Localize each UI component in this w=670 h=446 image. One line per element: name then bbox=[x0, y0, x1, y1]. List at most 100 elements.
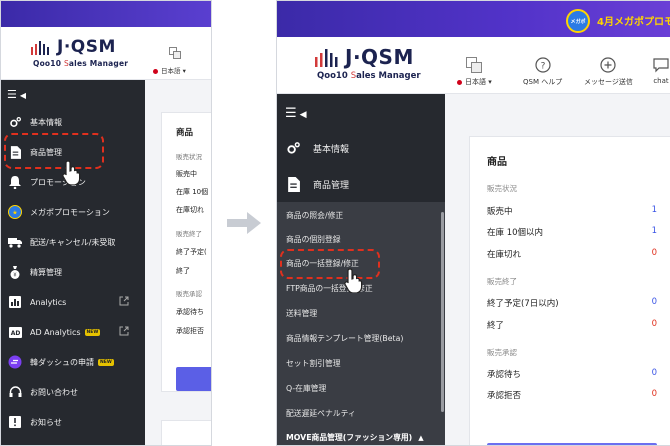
sidebar-toggle[interactable]: ☰ ◀ bbox=[285, 106, 307, 121]
language-selector[interactable]: 日本語 ▾ bbox=[457, 57, 492, 87]
status-row[interactable]: 販売中 bbox=[176, 169, 197, 179]
sidebar-item-settlement[interactable]: ¥ 精算管理 bbox=[1, 261, 145, 283]
card-action-button[interactable] bbox=[176, 367, 211, 391]
sidebar-item-contact[interactable]: お問い合わせ bbox=[1, 381, 145, 403]
logo-name: J·QSM bbox=[345, 45, 414, 69]
status-heading: 販売終了 bbox=[487, 277, 517, 286]
left-screenshot-panel: J·QSM Qoo10 Sales Manager 日本語 ▾ ☰ ◀ 基本情報 … bbox=[0, 0, 212, 446]
status-row[interactable]: 在庫切れ bbox=[176, 205, 204, 215]
logo-name: J·QSM bbox=[57, 37, 116, 57]
bell-icon bbox=[8, 175, 22, 189]
japan-flag-icon bbox=[457, 79, 462, 85]
sidebar-item-product-management[interactable]: 商品管理 bbox=[277, 171, 445, 197]
submenu-item-template-management[interactable]: 商品情報テンプレート管理(Beta) bbox=[286, 333, 403, 344]
svg-text:?: ? bbox=[540, 62, 545, 72]
sidebar-item-shipping[interactable]: 配送/キャンセル/未受取 bbox=[1, 231, 145, 253]
status-count[interactable]: 1 bbox=[652, 205, 657, 215]
main-content: 商品 販売状況 販売中 1 在庫 10個以内 1 在庫切れ 0 販売終了 終了予定(7… bbox=[445, 94, 670, 445]
highlight-box-product-management bbox=[4, 133, 104, 169]
megapo-badge-icon[interactable]: メガポ bbox=[566, 9, 590, 33]
collapse-arrow-icon: ◀ bbox=[299, 110, 307, 120]
highlight-box-bulk-registration bbox=[280, 249, 380, 279]
truck-icon bbox=[8, 235, 22, 249]
submenu-item-set-discount[interactable]: セット割引管理 bbox=[286, 358, 341, 369]
status-row[interactable]: 終了予定( bbox=[176, 247, 207, 257]
status-heading: 販売終了 bbox=[176, 230, 202, 238]
status-row[interactable]: 在庫 10個 bbox=[176, 187, 208, 197]
top-banner-strip bbox=[1, 1, 211, 27]
top-banner: メガポ 4月メガポプロモー bbox=[277, 1, 670, 37]
main-content: 商品 販売状況 販売中 在庫 10個 在庫切れ 販売終了 終了予定( 終了 販売… bbox=[145, 80, 211, 445]
status-row[interactable]: 承認拒否 bbox=[176, 326, 204, 336]
submenu-item-q-inventory[interactable]: Q-在庫管理 bbox=[286, 383, 326, 394]
language-selector[interactable]: 日本語 ▾ bbox=[153, 65, 186, 75]
sidebar-item-basic-info[interactable]: 基本情報 bbox=[1, 111, 145, 133]
sidebar-item-kan-dash[interactable]: 韓ダッシュの申請 NEW bbox=[1, 351, 145, 373]
status-row[interactable]: 終了予定(7日以内) 0 bbox=[487, 297, 657, 309]
gear-icon bbox=[8, 115, 22, 129]
collapse-arrow-icon: ◀ bbox=[19, 91, 27, 100]
gear-icon bbox=[285, 140, 301, 156]
notice-icon bbox=[8, 415, 22, 429]
product-management-submenu: 商品の照会/修正 商品の個別登録 商品の一括登録/修正 FTP商品の一括登録/修… bbox=[277, 202, 445, 445]
status-count[interactable]: 0 bbox=[652, 248, 657, 258]
jqsm-logo[interactable]: J·QSM Qoo10 Sales Manager bbox=[313, 45, 473, 85]
arrow-right-icon bbox=[227, 212, 261, 234]
submenu-item-delivery-penalty[interactable]: 配送遅延ペナルティ bbox=[286, 408, 356, 419]
menu-icon: ☰ bbox=[285, 106, 297, 121]
status-heading: 販売状況 bbox=[176, 153, 202, 161]
sidebar-toggle[interactable]: ☰ ◀ bbox=[7, 88, 26, 101]
status-row[interactable]: 終了 bbox=[176, 266, 190, 276]
bar-chart-icon bbox=[8, 295, 22, 309]
status-count[interactable]: 0 bbox=[652, 297, 657, 307]
right-screenshot-panel: メガポ 4月メガポプロモー J·QSM Qoo10 Sales Manager … bbox=[276, 0, 670, 446]
chat-icon bbox=[653, 58, 669, 73]
send-message-button[interactable]: メッセージ送信 bbox=[584, 57, 633, 87]
logo-subtitle: Qoo10 Sales Manager bbox=[317, 71, 421, 81]
status-count[interactable]: 0 bbox=[652, 319, 657, 329]
submenu-item-product-lookup[interactable]: 商品の照会/修正 bbox=[286, 210, 343, 221]
status-row[interactable]: 在庫 10個以内 1 bbox=[487, 226, 657, 238]
status-count[interactable]: 0 bbox=[652, 368, 657, 378]
sidebar-scrollbar[interactable] bbox=[441, 212, 444, 412]
sidebar-item-notice[interactable]: お知らせ bbox=[1, 411, 145, 433]
hand-cursor-icon bbox=[344, 268, 363, 293]
headset-icon bbox=[8, 385, 22, 399]
sidebar-item-megapo-promotion[interactable]: ★ メガポプロモーション bbox=[1, 201, 145, 223]
new-badge: NEW bbox=[98, 358, 114, 366]
menu-icon: ☰ bbox=[7, 88, 17, 101]
sidebar-item-basic-info[interactable]: 基本情報 bbox=[277, 135, 445, 161]
svg-text:¥: ¥ bbox=[13, 272, 16, 278]
status-row[interactable]: 承認待ち bbox=[176, 307, 204, 317]
submenu-item-move-products[interactable]: MOVE商品管理(ファッション専用) ▲ bbox=[286, 432, 424, 443]
submenu-item-shipping-fee[interactable]: 送料管理 bbox=[286, 308, 317, 319]
promo-banner-text[interactable]: 4月メガポプロモー bbox=[597, 13, 670, 28]
status-count[interactable]: 1 bbox=[652, 226, 657, 236]
sidebar-item-ad-analytics[interactable]: AD AD Analytics NEW bbox=[1, 321, 145, 343]
status-row[interactable]: 販売中 1 bbox=[487, 205, 657, 217]
card-title: 商品 bbox=[487, 157, 507, 168]
status-count[interactable]: 0 bbox=[652, 389, 657, 399]
status-row[interactable]: 承認拒否 0 bbox=[487, 389, 657, 401]
product-summary-card: 商品 販売状況 販売中 1 在庫 10個以内 1 在庫切れ 0 販売終了 終了予定(7… bbox=[469, 136, 670, 445]
ad-icon: AD bbox=[8, 325, 22, 339]
translate-icon[interactable] bbox=[169, 47, 181, 59]
jqsm-logo[interactable]: J·QSM Qoo10 Sales Manager bbox=[31, 37, 151, 69]
external-link-icon[interactable] bbox=[119, 326, 129, 336]
external-link-icon[interactable] bbox=[119, 296, 129, 306]
chat-button[interactable]: chat bbox=[653, 57, 669, 85]
qsm-help-button[interactable]: ? QSM ヘルプ bbox=[523, 57, 562, 87]
product-summary-card: 商品 販売状況 販売中 在庫 10個 在庫切れ 販売終了 終了予定( 終了 販売… bbox=[161, 112, 211, 392]
status-heading: 販売承認 bbox=[176, 290, 202, 298]
megapo-icon: ★ bbox=[8, 205, 22, 219]
status-row[interactable]: 終了 0 bbox=[487, 319, 657, 331]
logo-subtitle: Qoo10 Sales Manager bbox=[33, 59, 129, 68]
status-row[interactable]: 承認待ち 0 bbox=[487, 368, 657, 380]
status-row[interactable]: 在庫切れ 0 bbox=[487, 248, 657, 260]
hand-cursor-icon bbox=[62, 160, 81, 185]
svg-text:★: ★ bbox=[12, 210, 17, 217]
tutorial-screenshot: J·QSM Qoo10 Sales Manager 日本語 ▾ ☰ ◀ 基本情報 … bbox=[0, 0, 670, 446]
submenu-item-individual-registration[interactable]: 商品の個別登録 bbox=[286, 234, 341, 245]
dash-icon bbox=[8, 355, 22, 369]
sidebar-item-analytics[interactable]: Analytics bbox=[1, 291, 145, 313]
